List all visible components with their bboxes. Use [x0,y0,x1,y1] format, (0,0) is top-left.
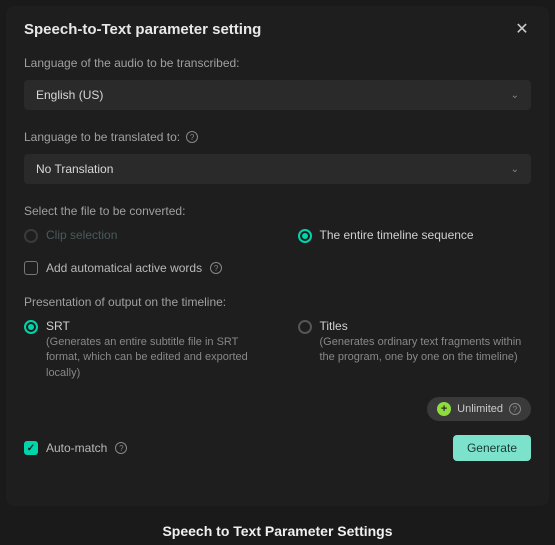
checkbox-icon [24,261,38,275]
select-file-label: Select the file to be converted: [24,204,531,218]
unlimited-badge[interactable]: + Unlimited ? [427,397,531,421]
page-caption: Speech to Text Parameter Settings [0,523,555,539]
clip-selection-option: Clip selection [24,228,258,243]
checkbox-icon [24,441,38,455]
titles-desc: (Generates ordinary text fragments withi… [320,335,532,366]
srt-desc: (Generates an entire subtitle file in SR… [46,335,258,381]
titles-label: Titles [320,319,532,333]
file-source-radio-group: Clip selection The entire timeline seque… [24,228,531,243]
chevron-down-icon: ⌄ [511,90,519,101]
presentation-radio-group: SRT (Generates an entire subtitle file i… [24,319,531,381]
generate-button[interactable]: Generate [453,435,531,461]
radio-icon [24,229,38,243]
plus-circle-icon: + [437,402,451,416]
audio-language-select[interactable]: English (US) ⌄ [24,80,531,110]
audio-language-label: Language of the audio to be transcribed: [24,56,531,70]
help-icon[interactable]: ? [115,442,127,454]
auto-match-label: Auto-match [46,441,107,455]
add-active-words-row[interactable]: Add automatical active words ? [24,261,531,275]
entire-timeline-label: The entire timeline sequence [320,228,474,242]
translate-to-label: Language to be translated to: ? [24,130,531,144]
stt-dialog: Speech-to-Text parameter setting ✕ Langu… [6,6,549,506]
translate-to-select[interactable]: No Translation ⌄ [24,154,531,184]
help-icon[interactable]: ? [186,131,198,143]
dialog-header: Speech-to-Text parameter setting ✕ [24,20,531,38]
chevron-down-icon: ⌄ [511,164,519,175]
srt-option[interactable]: SRT (Generates an entire subtitle file i… [24,319,258,381]
dialog-footer: Auto-match ? Generate [24,435,531,461]
help-icon: ? [509,403,521,415]
clip-selection-label: Clip selection [46,228,117,242]
close-icon[interactable]: ✕ [513,20,531,38]
translate-to-value: No Translation [36,162,113,176]
srt-label: SRT [46,319,258,333]
radio-icon [298,320,312,334]
presentation-label: Presentation of output on the timeline: [24,295,531,309]
auto-match-row[interactable]: Auto-match ? [24,441,127,455]
help-icon[interactable]: ? [210,262,222,274]
dialog-title: Speech-to-Text parameter setting [24,21,261,38]
titles-option[interactable]: Titles (Generates ordinary text fragment… [298,319,532,381]
entire-timeline-option[interactable]: The entire timeline sequence [298,228,532,243]
radio-icon [24,320,38,334]
audio-language-value: English (US) [36,88,103,102]
radio-icon [298,229,312,243]
badge-row: + Unlimited ? [24,397,531,421]
unlimited-label: Unlimited [457,403,503,415]
add-active-words-label: Add automatical active words [46,261,202,275]
